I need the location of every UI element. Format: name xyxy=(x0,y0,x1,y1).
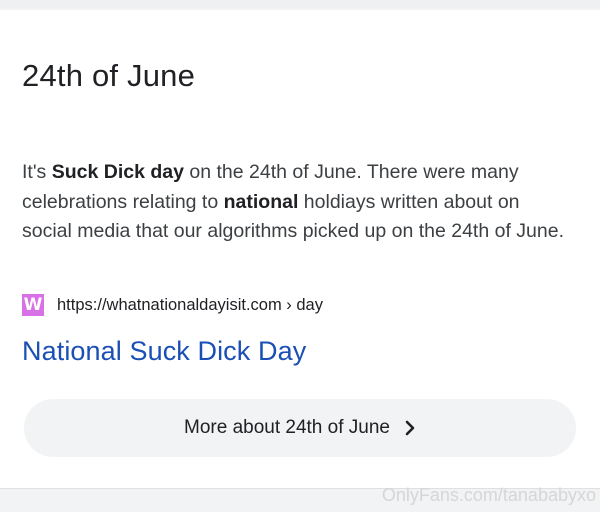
chevron-right-icon xyxy=(404,420,416,436)
snippet-part-1: It's xyxy=(22,161,52,183)
more-about-label: More about 24th of June xyxy=(184,417,390,438)
snippet-bold-2: national xyxy=(223,190,299,213)
snippet-text: It's Suck Dick day on the 24th of June. … xyxy=(22,158,570,247)
snippet-bold-1: Suck Dick day xyxy=(51,161,184,183)
source-url[interactable]: https://whatnationaldayisit.com › day xyxy=(57,296,323,315)
top-separator xyxy=(0,0,600,8)
card-title: 24th of June xyxy=(22,58,196,93)
result-title-link[interactable]: National Suck Dick Day xyxy=(22,336,306,367)
site-favicon-icon: W xyxy=(22,294,44,316)
source-row[interactable]: W https://whatnationaldayisit.com › day xyxy=(22,294,323,316)
more-about-button[interactable]: More about 24th of June xyxy=(24,399,576,457)
watermark-text: OnlyFans.com/tanababyxo xyxy=(381,485,596,505)
